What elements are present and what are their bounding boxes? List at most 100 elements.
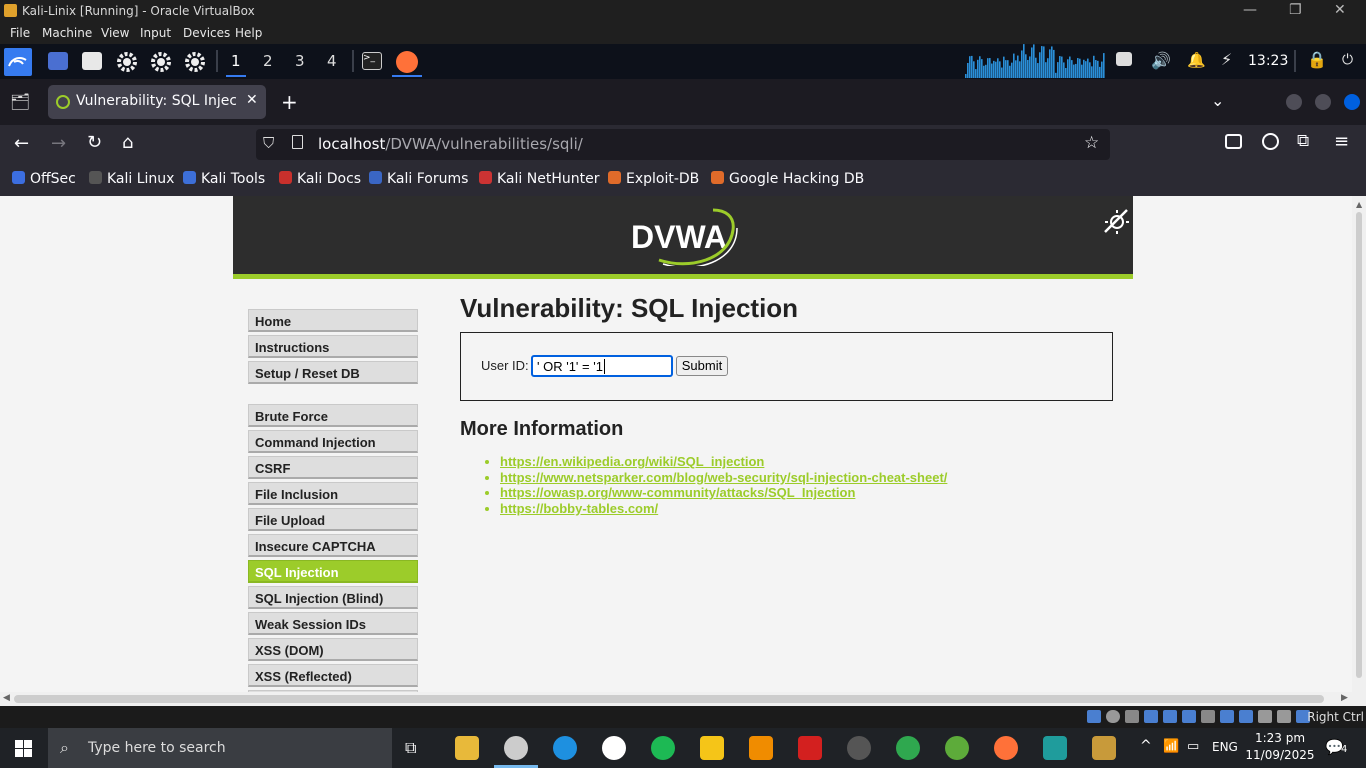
gear-icon[interactable] <box>150 51 172 73</box>
optical-drive-icon[interactable] <box>1106 710 1120 723</box>
display-icon[interactable] <box>1220 710 1234 723</box>
gear-icon[interactable] <box>184 51 206 73</box>
bell-icon[interactable]: 🔔 <box>1187 51 1206 69</box>
close-icon[interactable] <box>1344 94 1360 110</box>
nav-setup-reset-db[interactable]: Setup / Reset DB <box>248 361 418 384</box>
cpu-icon[interactable] <box>1258 710 1272 723</box>
power-icon[interactable]: ⏻ <box>1342 52 1353 68</box>
restore-icon[interactable]: ❐ <box>1289 2 1302 18</box>
virtualbox-app-icon[interactable] <box>504 736 528 760</box>
usb-icon[interactable] <box>1182 710 1196 723</box>
nav-brute-force[interactable]: Brute Force <box>248 404 418 427</box>
kali-menu-icon[interactable] <box>4 48 32 76</box>
extensions-icon[interactable]: ⧉ <box>1297 131 1309 151</box>
nav-xss-dom[interactable]: XSS (DOM) <box>248 638 418 661</box>
shared-folders-icon[interactable] <box>1201 710 1215 723</box>
nav-sql-injection[interactable]: SQL Injection <box>248 560 418 583</box>
chevron-up-icon[interactable]: ^ <box>1140 738 1152 754</box>
panel-clock[interactable]: 13:23 <box>1248 53 1288 69</box>
wifi-icon[interactable]: 📶 <box>1163 739 1179 754</box>
battery-icon[interactable]: ▭ <box>1187 739 1199 754</box>
hamburger-menu-icon[interactable]: ≡ <box>1334 131 1349 152</box>
vs-app-icon[interactable] <box>1043 736 1067 760</box>
terminal-icon[interactable]: >_ <box>362 52 382 70</box>
workspace-2[interactable]: 2 <box>263 52 273 70</box>
bookmark-kali-forums[interactable]: Kali Forums <box>369 171 468 187</box>
nav-insecure-captcha[interactable]: Insecure CAPTCHA <box>248 534 418 557</box>
workspace-1[interactable]: 1 <box>231 52 241 70</box>
network-icon[interactable] <box>1163 710 1177 723</box>
scrollbar-thumb[interactable] <box>14 695 1324 703</box>
lock-icon[interactable]: 🔒 <box>1307 50 1327 69</box>
reload-icon[interactable]: ↻ <box>87 132 102 153</box>
bookmark-kali-linux[interactable]: Kali Linux <box>89 171 174 187</box>
account-icon[interactable] <box>1262 133 1279 150</box>
battery-icon[interactable]: ⚡ <box>1221 50 1232 69</box>
chat-icon[interactable] <box>602 736 626 760</box>
chevron-down-icon[interactable]: ⌄ <box>1211 91 1224 110</box>
workspace-3[interactable]: 3 <box>295 52 305 70</box>
nav-xss-reflected[interactable]: XSS (Reflected) <box>248 664 418 687</box>
file-manager-icon[interactable] <box>82 52 102 70</box>
vlc-icon[interactable] <box>749 736 773 760</box>
nav-csrf[interactable]: CSRF <box>248 456 418 479</box>
nav-weak-session-ids[interactable]: Weak Session IDs <box>248 612 418 635</box>
edge-icon[interactable] <box>553 736 577 760</box>
gear-icon[interactable] <box>116 51 138 73</box>
vertical-scrollbar[interactable]: ▲ <box>1352 196 1366 692</box>
menu-input[interactable]: Input <box>140 26 171 40</box>
media-icon[interactable] <box>847 736 871 760</box>
player-icon[interactable] <box>700 736 724 760</box>
theme-toggle-icon[interactable] <box>1101 206 1131 236</box>
volume-icon[interactable]: 🔊 <box>1151 51 1171 70</box>
maximize-icon[interactable] <box>1315 94 1331 110</box>
tab-active[interactable]: Vulnerability: SQL Injectio ✕ <box>48 85 266 119</box>
nav-home[interactable]: Home <box>248 309 418 332</box>
scroll-right-icon[interactable]: ▶ <box>1341 693 1348 703</box>
tab-overview-icon[interactable]: 🗂 <box>10 92 30 111</box>
minimize-icon[interactable]: — <box>1243 2 1257 18</box>
bookmark-kali-docs[interactable]: Kali Docs <box>279 171 361 187</box>
language-indicator[interactable]: ENG <box>1212 740 1238 754</box>
file-explorer-icon[interactable] <box>455 736 479 760</box>
new-tab-icon[interactable]: + <box>281 90 298 114</box>
windows-start-icon[interactable] <box>15 740 32 757</box>
shield-icon[interactable]: ⛉ <box>263 134 274 152</box>
url-bar[interactable]: ⛉ localhost/DVWA/vulnerabilities/sqli/ ☆ <box>256 129 1110 160</box>
workspace-4[interactable]: 4 <box>327 52 337 70</box>
mouse-integration-icon[interactable] <box>1277 710 1291 723</box>
app-icon[interactable] <box>1092 736 1116 760</box>
pocket-icon[interactable] <box>1225 134 1242 149</box>
floppy-icon[interactable] <box>1125 710 1139 723</box>
nav-instructions[interactable]: Instructions <box>248 335 418 358</box>
firefox-taskbar-icon[interactable] <box>994 736 1018 760</box>
bookmark-google-hacking-db[interactable]: Google Hacking DB <box>711 171 864 187</box>
firefox-icon[interactable] <box>396 51 418 73</box>
submit-button[interactable]: Submit <box>676 356 728 376</box>
scrollbar-thumb[interactable] <box>1356 212 1362 678</box>
nav-sql-injection-blind[interactable]: SQL Injection (Blind) <box>248 586 418 609</box>
spotify-icon[interactable] <box>651 736 675 760</box>
chrome-icon[interactable] <box>896 736 920 760</box>
audio-icon[interactable] <box>1144 710 1158 723</box>
recording-icon[interactable] <box>1239 710 1253 723</box>
task-view-icon[interactable]: ⧉ <box>405 738 416 758</box>
menu-machine[interactable]: Machine <box>42 26 92 40</box>
nav-file-inclusion[interactable]: File Inclusion <box>248 482 418 505</box>
minimize-icon[interactable] <box>1286 94 1302 110</box>
bookmark-exploit-db[interactable]: Exploit-DB <box>608 171 699 187</box>
link-owasp-sqli[interactable]: https://owasp.org/www-community/attacks/… <box>500 485 855 500</box>
utorrent-icon[interactable] <box>945 736 969 760</box>
scroll-left-icon[interactable]: ◀ <box>3 693 10 703</box>
taskbar-clock[interactable]: 1:23 pm 11/09/2025 <box>1240 730 1320 764</box>
link-bobby-tables[interactable]: https://bobby-tables.com/ <box>500 501 658 516</box>
menu-view[interactable]: View <box>101 26 129 40</box>
bookmark-kali-nethunter[interactable]: Kali NetHunter <box>479 171 599 187</box>
link-netsparker-cheatsheet[interactable]: https://www.netsparker.com/blog/web-secu… <box>500 470 947 485</box>
link-wikipedia-sqli[interactable]: https://en.wikipedia.org/wiki/SQL_inject… <box>500 454 764 469</box>
desktop-icon[interactable] <box>48 52 68 70</box>
scroll-up-icon[interactable]: ▲ <box>1356 200 1362 209</box>
menu-file[interactable]: File <box>10 26 30 40</box>
bookmark-offsec[interactable]: OffSec <box>12 171 76 187</box>
back-icon[interactable]: ← <box>14 133 29 154</box>
